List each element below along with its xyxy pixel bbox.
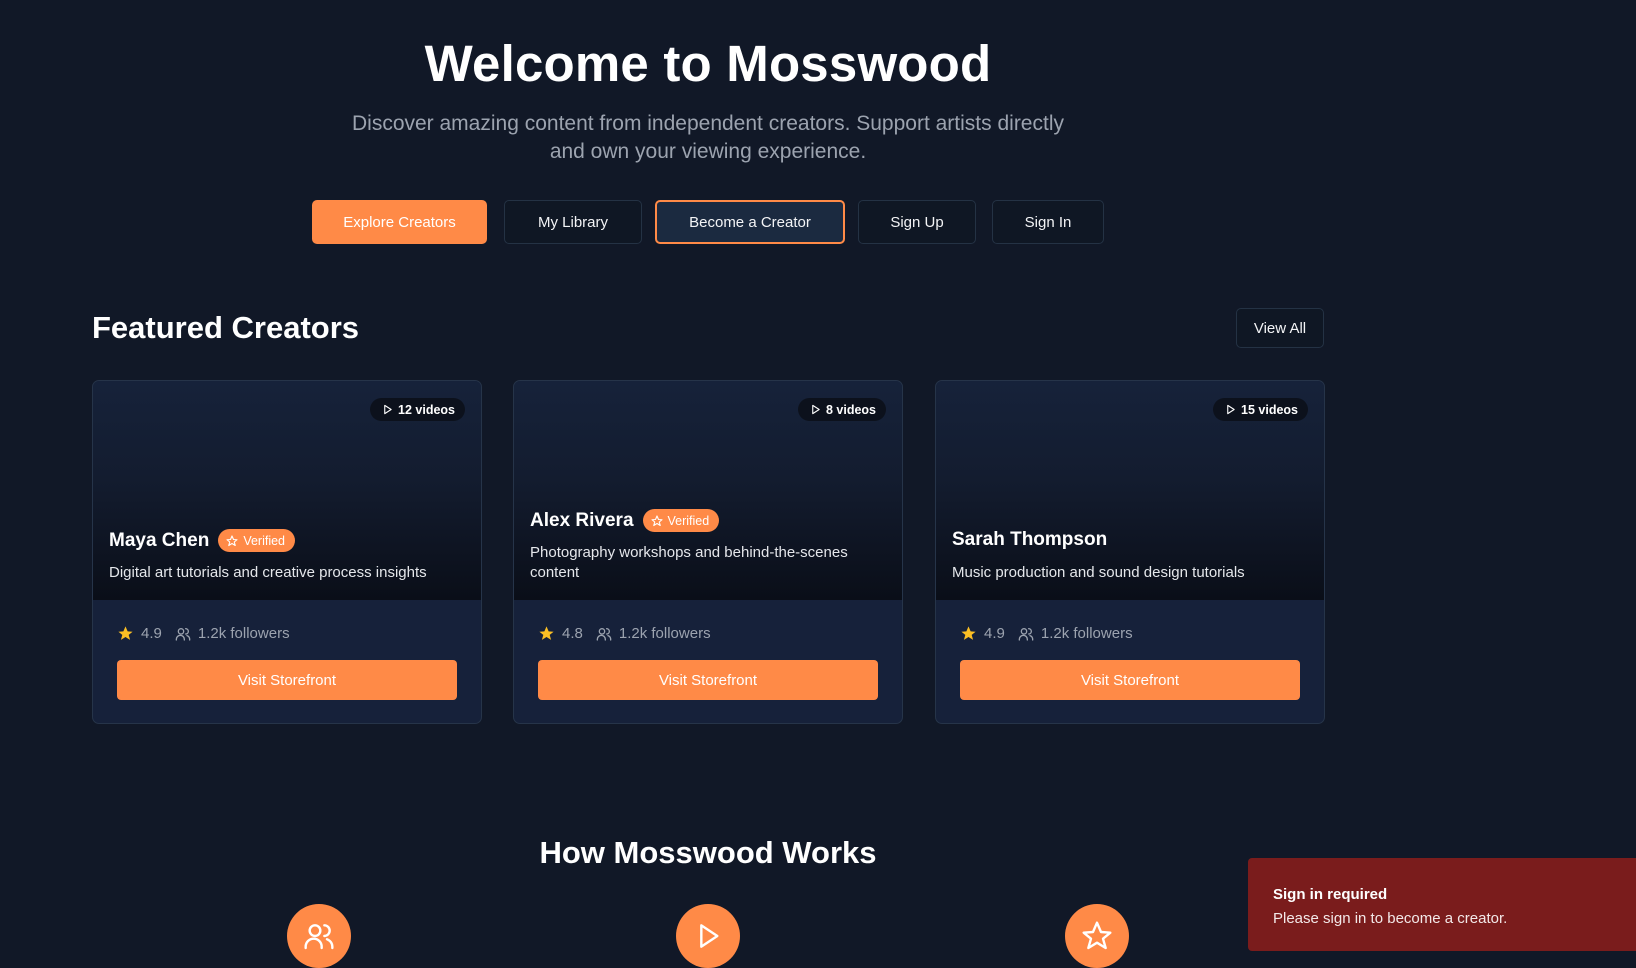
verified-label: Verified: [243, 533, 286, 548]
step-play-icon: [676, 904, 740, 968]
creator-name-row: Sarah Thompson: [952, 529, 1107, 551]
hero-actions: Explore Creators My Library Become a Cre…: [0, 200, 1416, 244]
how-it-works-title: How Mosswood Works: [539, 835, 877, 870]
creator-followers: 1.2k followers: [197, 625, 290, 642]
sign-in-button[interactable]: Sign In: [992, 200, 1104, 244]
hero-title: Welcome to Mosswood: [424, 35, 992, 92]
toast-message: Please sign in to become a creator.: [1273, 910, 1508, 927]
users-icon: [175, 627, 191, 641]
creator-name: Sarah Thompson: [952, 529, 1108, 550]
play-icon: [384, 404, 392, 415]
visit-storefront-button[interactable]: Visit Storefront: [960, 660, 1300, 700]
creator-rating: 4.9: [984, 625, 1005, 642]
creator-name-row: Alex Rivera Verified: [530, 509, 720, 532]
creator-description: Music production and sound design tutori…: [952, 564, 1245, 581]
verified-badge: Verified: [642, 509, 720, 532]
step-users-icon: [287, 904, 351, 968]
visit-storefront-button[interactable]: Visit Storefront: [538, 660, 878, 700]
sign-up-button[interactable]: Sign Up: [858, 200, 976, 244]
creator-card: 15 videos Sarah Thompson Music productio…: [935, 380, 1325, 724]
users-icon: [1018, 627, 1034, 641]
play-icon: [1227, 404, 1235, 415]
creator-name: Maya Chen: [109, 529, 210, 551]
creator-name: Alex Rivera: [530, 509, 634, 531]
users-icon: [596, 627, 612, 641]
star-icon: [118, 626, 133, 640]
video-count-badge: 12 videos: [370, 398, 465, 421]
star-outline-icon: [226, 534, 238, 546]
verified-label: Verified: [667, 513, 710, 528]
view-all-button[interactable]: View All: [1236, 308, 1324, 348]
creator-stats: 4.9 1.2k followers: [960, 625, 1133, 642]
verified-badge: Verified: [218, 529, 296, 552]
creator-stats: 4.8 1.2k followers: [538, 625, 711, 642]
star-outline-icon: [650, 514, 663, 526]
toast-title: Sign in required: [1273, 886, 1388, 903]
video-count-badge: 15 videos: [1213, 398, 1308, 421]
play-icon: [812, 404, 820, 415]
video-count-badge: 8 videos: [797, 398, 886, 421]
my-library-button[interactable]: My Library: [504, 200, 642, 244]
creator-followers: 1.2k followers: [618, 625, 711, 642]
sign-in-required-toast[interactable]: Sign in required Please sign in to becom…: [1248, 858, 1636, 951]
star-icon: [1082, 921, 1112, 950]
video-count: 12 videos: [398, 402, 455, 417]
become-creator-button[interactable]: Become a Creator: [655, 200, 845, 244]
hero-subtitle: Discover amazing content from independen…: [351, 112, 1064, 163]
creator-followers: 1.2k followers: [1040, 625, 1133, 642]
video-count: 15 videos: [1241, 402, 1298, 417]
star-icon: [539, 626, 554, 640]
step-star-icon: [1065, 904, 1129, 968]
creator-description: Photography workshops and behind-the-sce…: [530, 544, 848, 581]
users-icon: [304, 924, 334, 950]
visit-storefront-button[interactable]: Visit Storefront: [117, 660, 457, 700]
creator-card: 8 videos Alex Rivera Verified Photograph…: [513, 380, 903, 724]
star-icon: [961, 626, 976, 640]
creator-card: 12 videos Maya Chen Verified Digital art…: [92, 380, 482, 724]
video-count: 8 videos: [825, 402, 876, 417]
featured-creators-title: Featured Creators: [92, 310, 360, 345]
creator-stats: 4.9 1.2k followers: [117, 625, 290, 642]
creator-rating: 4.9: [141, 625, 162, 642]
creator-description: Digital art tutorials and creative proce…: [109, 564, 427, 581]
creator-rating: 4.8: [562, 625, 583, 642]
explore-creators-button[interactable]: Explore Creators: [312, 200, 487, 244]
creator-name-row: Maya Chen Verified: [109, 529, 296, 552]
play-icon: [700, 924, 719, 948]
